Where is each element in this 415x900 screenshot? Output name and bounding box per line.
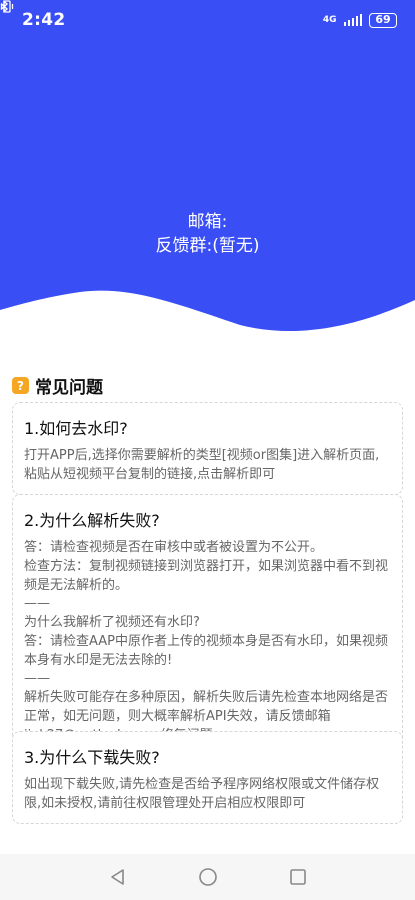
status-bar: 2:42 4G 69 xyxy=(0,0,415,40)
question-icon: ? xyxy=(12,377,29,394)
battery-icon: 69 xyxy=(369,12,397,28)
header-wave-background xyxy=(0,0,415,331)
back-icon[interactable] xyxy=(108,867,128,887)
contact-info: 邮箱: 反馈群:(暂无) xyxy=(0,210,415,258)
faq-section-title: ? 常见问题 xyxy=(12,373,103,398)
faq-answer-2d: 答：请检查AAP中原作者上传的视频本身是否有水印，如果视频本身有水印是无法去除的… xyxy=(24,634,388,668)
faq-answer-2b: 检查方法：复制视频链接到浏览器打开，如果浏览器中看不到视频是无法解析的。 xyxy=(24,559,389,593)
faq-separator: —— xyxy=(24,596,50,611)
faq-answer-3: 如出现下载失败,请先检查是否给予程序网络权限或文件储存权限,如未授权,请前往权限… xyxy=(24,777,380,811)
status-icons: 4G 69 xyxy=(0,0,397,28)
faq-question-3: 3.为什么下载失败? xyxy=(24,748,160,767)
faq-question-2: 2.为什么解析失败? xyxy=(24,511,160,530)
faq-answer-2a: 答：请检查视频是否在审核中或者被设置为不公开。 xyxy=(24,540,324,555)
home-icon[interactable] xyxy=(198,867,218,887)
system-navigation-bar xyxy=(0,854,415,900)
faq-answer-1: 打开APP后,选择你需要解析的类型[视频or图集]进入解析页面,粘贴从短视频平台… xyxy=(24,448,380,482)
faq-title: 常见问题 xyxy=(35,378,103,398)
email-label: 邮箱: xyxy=(187,212,228,232)
faq-separator: —— xyxy=(24,671,50,686)
recents-icon[interactable] xyxy=(288,867,308,887)
feedback-group-label: 反馈群:(暂无) xyxy=(155,236,260,256)
status-time: 2:42 xyxy=(22,10,66,30)
signal-icon xyxy=(343,14,362,26)
faq-subquestion-2: 为什么我解析了视频还有水印? xyxy=(24,615,200,630)
network-type: 4G xyxy=(322,15,337,25)
faq-card-2: 2.为什么解析失败? 答：请检查视频是否在审核中或者被设置为不公开。 检查方法：… xyxy=(12,494,403,756)
header-banner: 2:42 4G 69 邮箱: 反馈群:(暂无) xyxy=(0,0,415,340)
faq-question-1: 1.如何去水印? xyxy=(24,419,128,438)
faq-card-1: 1.如何去水印? 打开APP后,选择你需要解析的类型[视频or图集]进入解析页面… xyxy=(12,402,403,495)
faq-card-3: 3.为什么下载失败? 如出现下载失败,请先检查是否给予程序网络权限或文件储存权限… xyxy=(12,731,403,824)
